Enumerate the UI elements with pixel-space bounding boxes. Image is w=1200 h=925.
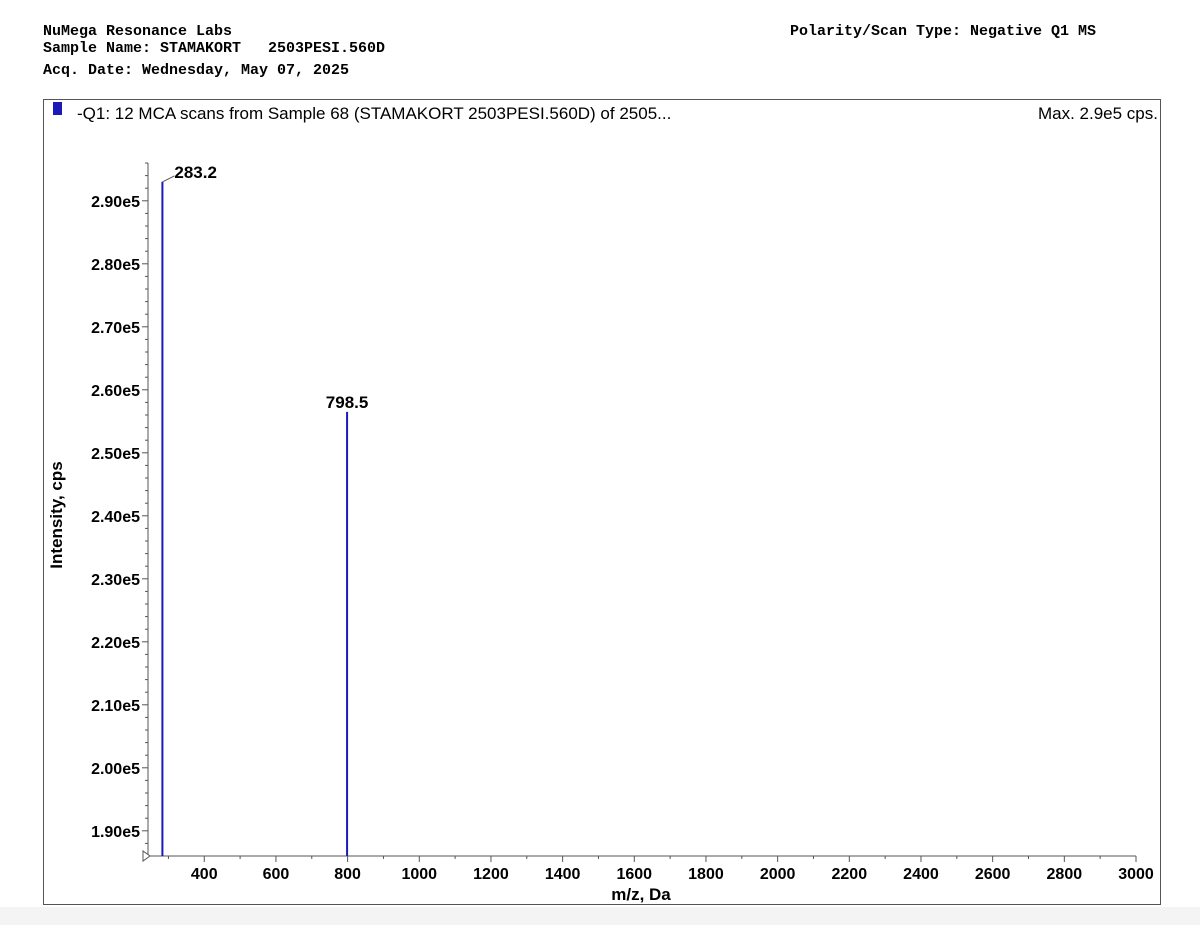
y-ticks: 1.90e5 2.00e5 2.10e5 2.20e5 2.30e5 2.40e5 2.50… xyxy=(91,162,148,844)
max-intensity-label: Max. 2.9e5 cps. xyxy=(1038,104,1158,123)
y-tick-label: 2.20e5 xyxy=(91,635,140,652)
peaks: 283.2 798.5 xyxy=(161,163,369,856)
x-tick-label: 1400 xyxy=(545,866,581,883)
x-tick-label: 2400 xyxy=(903,866,939,883)
x-ticks: 400 600 800 1000 1200 1400 1600 1800 2000 2200 240… xyxy=(167,856,1154,883)
y-tick-label: 2.60e5 xyxy=(91,383,140,400)
bottom-strip xyxy=(0,907,1200,925)
x-tick-label: 1600 xyxy=(616,866,652,883)
axis-origin-marker xyxy=(142,850,151,862)
x-tick-label: 400 xyxy=(191,866,218,883)
x-tick-label: 2600 xyxy=(975,866,1011,883)
y-tick-label: 1.90e5 xyxy=(91,824,140,841)
x-tick-label: 600 xyxy=(263,866,290,883)
y-tick-label: 2.90e5 xyxy=(91,194,140,211)
y-tick-label: 2.40e5 xyxy=(91,509,140,526)
x-tick-label: 3000 xyxy=(1118,866,1154,883)
peak-label-leader xyxy=(162,175,175,183)
y-tick-label: 2.50e5 xyxy=(91,446,140,463)
peak-label: 798.5 xyxy=(326,393,369,412)
y-axis-label: Intensity, cps xyxy=(47,461,66,568)
x-tick-label: 1800 xyxy=(688,866,724,883)
legend-marker xyxy=(53,102,62,115)
x-tick-label: 2200 xyxy=(832,866,868,883)
mass-spectrum-chart: -Q1: 12 MCA scans from Sample 68 (STAMAK… xyxy=(47,102,1158,904)
y-tick-label: 2.70e5 xyxy=(91,320,140,337)
x-tick-label: 800 xyxy=(334,866,361,883)
x-tick-label: 2000 xyxy=(760,866,796,883)
chart-title: -Q1: 12 MCA scans from Sample 68 (STAMAK… xyxy=(77,104,671,123)
x-tick-label: 2800 xyxy=(1047,866,1083,883)
y-tick-label: 2.00e5 xyxy=(91,761,140,778)
x-tick-label: 1200 xyxy=(473,866,509,883)
x-tick-label: 1000 xyxy=(401,866,437,883)
y-tick-label: 2.10e5 xyxy=(91,698,140,715)
y-tick-label: 2.80e5 xyxy=(91,257,140,274)
y-tick-label: 2.30e5 xyxy=(91,572,140,589)
peak-label: 283.2 xyxy=(174,163,217,182)
x-axis-label: m/z, Da xyxy=(611,885,671,904)
